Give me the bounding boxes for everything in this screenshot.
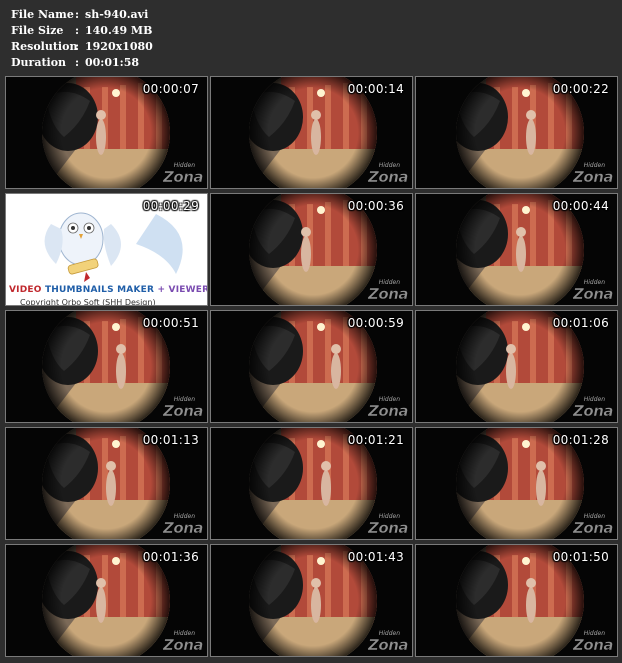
watermark: Hidden Zona bbox=[368, 280, 409, 303]
watermark: Hidden Zona bbox=[163, 631, 204, 654]
watermark: Hidden Zona bbox=[368, 397, 409, 420]
video-thumbnail[interactable]: 00:01:43 Hidden Zona bbox=[210, 544, 413, 657]
video-thumbnail[interactable]: 00:01:06 Hidden Zona bbox=[415, 310, 618, 423]
file-size-row: File Size : 140.49 MB bbox=[11, 23, 153, 39]
separator: : bbox=[75, 24, 80, 37]
timestamp: 00:00:59 bbox=[347, 316, 404, 330]
watermark: Hidden Zona bbox=[163, 163, 204, 186]
promo-title: VIDEO THUMBNAILS MAKER + VIEWER bbox=[9, 285, 208, 295]
separator: : bbox=[75, 8, 80, 21]
timestamp: 00:01:43 bbox=[347, 550, 404, 564]
resolution-value: 1920x1080 bbox=[85, 40, 153, 53]
watermark: Hidden Zona bbox=[573, 514, 614, 537]
watermark-big: Zona bbox=[368, 285, 409, 303]
watermark-big: Zona bbox=[573, 168, 614, 186]
watermark-big: Zona bbox=[573, 285, 614, 303]
timestamp: 00:01:28 bbox=[552, 433, 609, 447]
duration-label: Duration bbox=[11, 56, 67, 69]
video-thumbnail[interactable]: 00:00:22 Hidden Zona bbox=[415, 76, 618, 189]
timestamp: 00:00:14 bbox=[347, 82, 404, 96]
watermark: Hidden Zona bbox=[573, 280, 614, 303]
video-thumbnail[interactable]: 00:00:14 Hidden Zona bbox=[210, 76, 413, 189]
duration-row: Duration : 00:01:58 bbox=[11, 55, 153, 71]
video-thumbnail[interactable]: 00:01:21 Hidden Zona bbox=[210, 427, 413, 540]
watermark-big: Zona bbox=[573, 636, 614, 654]
watermark-big: Zona bbox=[573, 519, 614, 537]
timestamp: 00:01:50 bbox=[552, 550, 609, 564]
watermark: Hidden Zona bbox=[368, 163, 409, 186]
separator: : bbox=[75, 40, 80, 53]
watermark-big: Zona bbox=[368, 519, 409, 537]
watermark: Hidden Zona bbox=[163, 514, 204, 537]
promo-thumbnail[interactable]: VIDEO THUMBNAILS MAKER + VIEWER Copyrigh… bbox=[5, 193, 208, 306]
duration-value: 00:01:58 bbox=[85, 56, 140, 69]
file-size-label: File Size bbox=[11, 24, 64, 37]
timestamp: 00:01:21 bbox=[347, 433, 404, 447]
video-thumbnail[interactable]: 00:01:28 Hidden Zona bbox=[415, 427, 618, 540]
video-thumbnail[interactable]: 00:00:59 Hidden Zona bbox=[210, 310, 413, 423]
timestamp: 00:00:44 bbox=[552, 199, 609, 213]
watermark-big: Zona bbox=[163, 402, 204, 420]
timestamp: 00:00:29 bbox=[142, 199, 199, 213]
timestamp: 00:01:36 bbox=[142, 550, 199, 564]
file-size-value: 140.49 MB bbox=[85, 24, 153, 37]
watermark-big: Zona bbox=[573, 402, 614, 420]
video-thumbnail[interactable]: 00:01:50 Hidden Zona bbox=[415, 544, 618, 657]
watermark: Hidden Zona bbox=[573, 631, 614, 654]
promo-title-part3: + VIEWER bbox=[157, 285, 208, 295]
resolution-label: Resolution bbox=[11, 40, 78, 53]
video-thumbnail[interactable]: 00:00:36 Hidden Zona bbox=[210, 193, 413, 306]
timestamp: 00:00:36 bbox=[347, 199, 404, 213]
watermark: Hidden Zona bbox=[573, 397, 614, 420]
file-info: File Name : sh-940.avi File Size : 140.4… bbox=[11, 7, 153, 71]
watermark-big: Zona bbox=[368, 402, 409, 420]
file-name-label: File Name bbox=[11, 8, 74, 21]
watermark: Hidden Zona bbox=[368, 514, 409, 537]
separator: : bbox=[75, 56, 80, 69]
watermark: Hidden Zona bbox=[163, 397, 204, 420]
watermark-big: Zona bbox=[163, 636, 204, 654]
file-name-value: sh-940.avi bbox=[85, 8, 149, 21]
file-name-row: File Name : sh-940.avi bbox=[11, 7, 153, 23]
video-thumbnail[interactable]: 00:00:44 Hidden Zona bbox=[415, 193, 618, 306]
watermark: Hidden Zona bbox=[573, 163, 614, 186]
resolution-row: Resolution : 1920x1080 bbox=[11, 39, 153, 55]
watermark-big: Zona bbox=[368, 168, 409, 186]
timestamp: 00:00:22 bbox=[552, 82, 609, 96]
video-thumbnail[interactable]: 00:01:13 Hidden Zona bbox=[5, 427, 208, 540]
timestamp: 00:00:07 bbox=[142, 82, 199, 96]
watermark-big: Zona bbox=[163, 519, 204, 537]
thumbnail-grid: 00:00:07 Hidden Zona 00:00:14 Hidden Zona bbox=[5, 76, 618, 658]
video-thumbnail[interactable]: 00:00:51 Hidden Zona bbox=[5, 310, 208, 423]
timestamp: 00:01:13 bbox=[142, 433, 199, 447]
video-thumbnail[interactable]: 00:01:36 Hidden Zona bbox=[5, 544, 208, 657]
promo-title-part2: THUMBNAILS MAKER bbox=[44, 285, 155, 295]
watermark-big: Zona bbox=[163, 168, 204, 186]
timestamp: 00:01:06 bbox=[552, 316, 609, 330]
promo-title-part1: VIDEO bbox=[9, 285, 42, 295]
promo-copyright: Copyright Orbo Soft (SHH Design) bbox=[20, 298, 156, 306]
watermark-big: Zona bbox=[368, 636, 409, 654]
video-thumbnail[interactable]: 00:00:07 Hidden Zona bbox=[5, 76, 208, 189]
watermark: Hidden Zona bbox=[368, 631, 409, 654]
timestamp: 00:00:51 bbox=[142, 316, 199, 330]
